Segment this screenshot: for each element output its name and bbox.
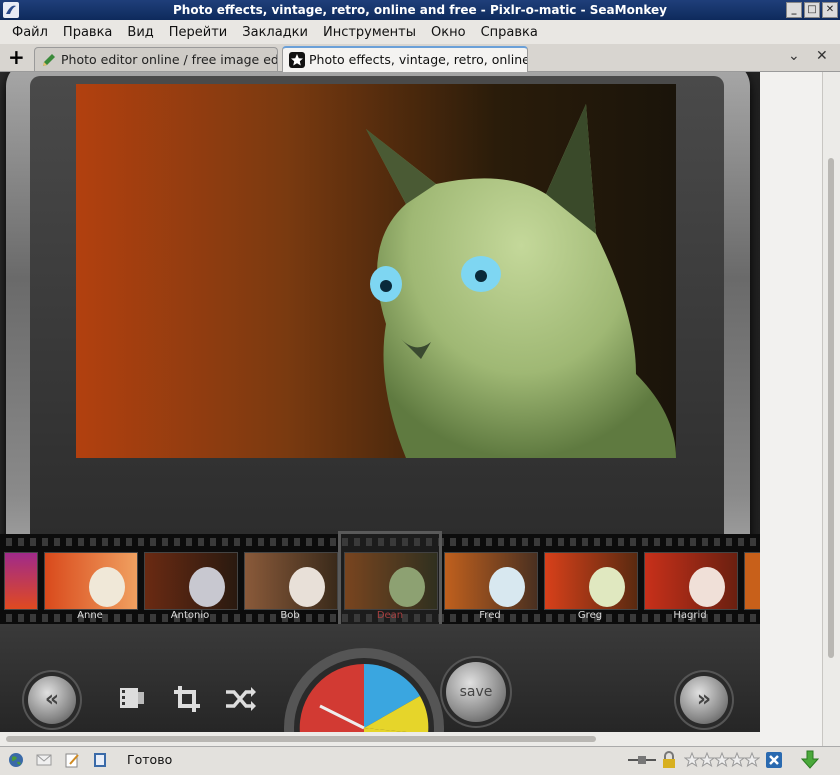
seamonkey-icon (3, 2, 19, 18)
tab-bar: + Photo editor online / free image edi..… (0, 44, 840, 72)
download-arrow-icon[interactable] (800, 750, 820, 770)
menu-bookmarks[interactable]: Закладки (242, 25, 308, 40)
vertical-scrollbar[interactable] (822, 72, 840, 746)
globe-icon[interactable] (8, 752, 24, 768)
pencil-icon (43, 54, 55, 66)
filter-thumb-greg[interactable] (544, 552, 638, 610)
menu-go[interactable]: Перейти (169, 25, 228, 40)
filter-label-hagrid: Hagrid (673, 610, 707, 621)
horizontal-scrollbar[interactable] (0, 732, 760, 746)
close-tab-button[interactable]: ✕ (816, 48, 828, 64)
tab-photo-effects[interactable]: Photo effects, vintage, retro, online ..… (282, 46, 528, 72)
film-roll-icon[interactable] (116, 684, 150, 712)
selected-filter-frame (338, 531, 442, 631)
status-text: Готово (127, 752, 173, 767)
shuffle-icon[interactable] (224, 684, 258, 714)
filter-thumb-partial-right[interactable] (744, 552, 760, 610)
status-bar: Готово (0, 746, 840, 775)
page-content: Anne Antonio Bob Dean Fred Greg Hagrid « (0, 72, 760, 732)
close-window-button[interactable]: ✕ (822, 2, 838, 18)
window-titlebar: Photo effects, vintage, retro, online an… (0, 0, 840, 20)
color-dial[interactable] (284, 644, 444, 732)
filter-label-greg: Greg (577, 610, 603, 621)
tab-label: Photo effects, vintage, retro, online ..… (309, 52, 528, 67)
online-plug-icon[interactable] (628, 753, 656, 767)
menu-view[interactable]: Вид (127, 25, 153, 40)
tab-list-button[interactable]: ⌄ (788, 48, 800, 64)
minimize-button[interactable]: _ (786, 2, 802, 18)
new-tab-button[interactable]: + (8, 46, 25, 68)
filter-thumb-anne[interactable] (44, 552, 138, 610)
save-button[interactable]: save (446, 662, 506, 722)
filter-thumb-bob[interactable] (244, 552, 338, 610)
filter-thumb-hagrid[interactable] (644, 552, 738, 610)
menu-tools[interactable]: Инструменты (323, 25, 416, 40)
mail-icon[interactable] (36, 752, 52, 768)
tab-photo-editor[interactable]: Photo editor online / free image edi... (34, 47, 278, 71)
crop-icon[interactable] (172, 684, 208, 714)
filter-label-antonio: Antonio (170, 610, 210, 621)
padlock-icon[interactable] (660, 751, 678, 769)
menu-file[interactable]: Файл (12, 25, 48, 40)
filter-thumb-fred[interactable] (444, 552, 538, 610)
prev-button[interactable]: « (28, 676, 76, 724)
menu-help[interactable]: Справка (481, 25, 538, 40)
menu-window[interactable]: Окно (431, 25, 466, 40)
main-photo (76, 84, 676, 458)
composer-icon[interactable] (64, 752, 80, 768)
tab-label: Photo editor online / free image edi... (61, 52, 278, 67)
filter-label-bob: Bob (280, 610, 300, 621)
menu-edit[interactable]: Правка (63, 25, 112, 40)
window-title: Photo effects, vintage, retro, online an… (173, 3, 667, 17)
menubar: Файл Правка Вид Перейти Закладки Инструм… (0, 20, 840, 44)
filter-label-fred: Fred (479, 610, 501, 621)
maximize-button[interactable]: □ (804, 2, 820, 18)
filter-label-anne: Anne (77, 610, 103, 621)
next-button[interactable]: » (680, 676, 728, 724)
address-book-icon[interactable] (92, 752, 108, 768)
rating-stars-icon[interactable] (684, 752, 760, 768)
cat-photo (76, 84, 676, 458)
page-margin (760, 72, 822, 746)
filter-thumb-partial[interactable] (4, 552, 38, 610)
addon-x-icon[interactable] (766, 752, 782, 768)
star-icon (289, 52, 305, 68)
filter-thumb-antonio[interactable] (144, 552, 238, 610)
